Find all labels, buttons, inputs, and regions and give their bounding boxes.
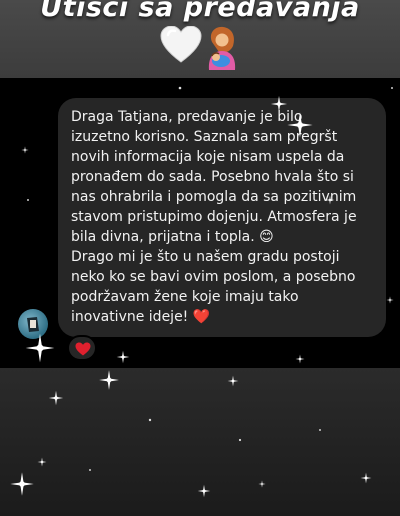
- message-line: bila divna, prijatna i topla. 😊: [71, 229, 274, 245]
- breastfeeding-icon: [204, 26, 240, 74]
- message-line: novih informacija koje nisam uspela da: [71, 149, 345, 165]
- white-heart-icon: [160, 25, 202, 68]
- message-line: inovativne ideje! ❤️: [71, 309, 211, 325]
- story-background-lower: [0, 368, 400, 516]
- red-heart-icon: [75, 342, 91, 356]
- message-line: Drago mi je što u našem gradu postoji: [71, 249, 340, 265]
- message-line: Draga Tatjana, predavanje je bilo: [71, 109, 303, 125]
- message-line: nas ohrabrila i pomogla da sa pozitivnim: [71, 189, 357, 205]
- message-line: podržavam žene koje imaju tako: [71, 289, 299, 305]
- message-line: stavom pristupimo dojenju. Atmosfera je: [71, 209, 357, 225]
- message-bubble[interactable]: Draga Tatjana, predavanje je bilo izuzet…: [58, 98, 386, 337]
- story-title: Utisci sa predavanja: [40, 0, 360, 23]
- message-line: pronađem do sada. Posebno hvala što si: [71, 169, 354, 185]
- message-text: Draga Tatjana, predavanje je bilo izuzet…: [71, 107, 376, 327]
- heart-reaction[interactable]: [67, 335, 97, 361]
- title-emoji-row: [160, 25, 250, 74]
- message-line: neko ko se bavi ovim poslom, a posebno: [71, 269, 356, 285]
- sender-avatar[interactable]: [18, 309, 48, 339]
- message-line: izuzetno korisno. Saznala sam pregršt: [71, 129, 338, 145]
